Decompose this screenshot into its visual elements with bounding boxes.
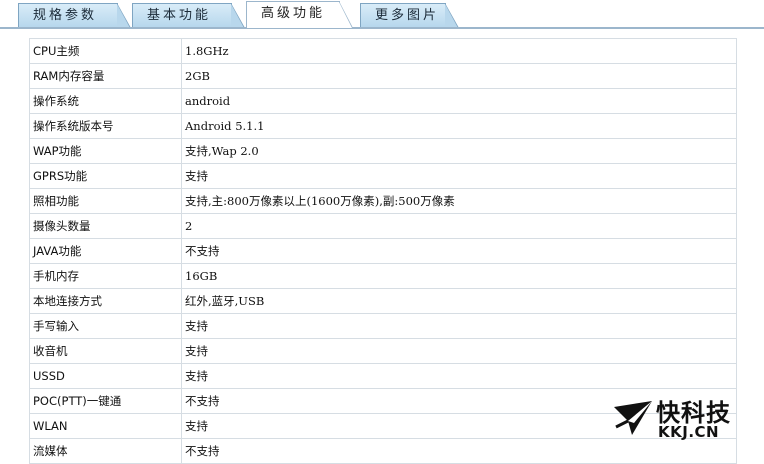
spec-key: 照相功能: [29, 188, 182, 214]
spec-key: 流媒体: [29, 438, 182, 464]
spec-value: 支持: [181, 363, 737, 389]
spec-value: android: [181, 88, 737, 114]
tab-more-images[interactable]: 更多图片: [360, 3, 459, 28]
watermark-logo: 快科技 KKJ.CN: [612, 393, 756, 445]
tab-bar-divider: [0, 27, 764, 29]
spec-value: 16GB: [181, 263, 737, 289]
spec-row: CPU主频 1.8GHz: [29, 38, 737, 64]
spec-key: WAP功能: [29, 138, 182, 164]
spec-key: 操作系统: [29, 88, 182, 114]
spec-key: CPU主频: [29, 38, 182, 64]
spec-value: Android 5.1.1: [181, 113, 737, 139]
spec-row: 摄像头数量 2: [29, 213, 737, 239]
spec-key: 摄像头数量: [29, 213, 182, 239]
spec-row: 操作系统版本号 Android 5.1.1: [29, 113, 737, 139]
spec-value: 2GB: [181, 63, 737, 89]
spec-key: WLAN: [29, 413, 182, 439]
spec-row: WAP功能 支持,Wap 2.0: [29, 138, 737, 164]
spec-key: POC(PTT)一键通: [29, 388, 182, 414]
spec-value: 支持,Wap 2.0: [181, 138, 737, 164]
spec-key: 手机内存: [29, 263, 182, 289]
spec-value: 支持: [181, 163, 737, 189]
spec-value: 2: [181, 213, 737, 239]
spec-key: JAVA功能: [29, 238, 182, 264]
tab-label: 更多图片: [375, 8, 440, 23]
spec-row: USSD 支持: [29, 363, 737, 389]
spec-key: 收音机: [29, 338, 182, 364]
spec-row: 本地连接方式 红外,蓝牙,USB: [29, 288, 737, 314]
spec-row: 手机内存 16GB: [29, 263, 737, 289]
spec-value: 支持: [181, 313, 737, 339]
spec-key: USSD: [29, 363, 182, 389]
tab-specs[interactable]: 规格参数: [18, 3, 131, 28]
tab-bar: 规格参数 基本功能 高级功能 更多图片: [0, 0, 764, 29]
spec-value: 1.8GHz: [181, 38, 737, 64]
spec-row: 手写输入 支持: [29, 313, 737, 339]
spec-key: RAM内存容量: [29, 63, 182, 89]
tab-label: 规格参数: [33, 8, 98, 23]
spec-key: 手写输入: [29, 313, 182, 339]
spec-row: 操作系统 android: [29, 88, 737, 114]
spec-value: 支持: [181, 338, 737, 364]
spec-row: 照相功能 支持,主:800万像素以上(1600万像素),副:500万像素: [29, 188, 737, 214]
spec-value: 支持,主:800万像素以上(1600万像素),副:500万像素: [181, 188, 737, 214]
spec-key: GPRS功能: [29, 163, 182, 189]
spec-row: JAVA功能 不支持: [29, 238, 737, 264]
spec-key: 操作系统版本号: [29, 113, 182, 139]
bird-logo-icon: [614, 401, 652, 435]
watermark-url: KKJ.CN: [658, 423, 720, 441]
spec-row: RAM内存容量 2GB: [29, 63, 737, 89]
tab-basic-features[interactable]: 基本功能: [132, 3, 245, 28]
spec-value: 不支持: [181, 238, 737, 264]
tab-advanced-features[interactable]: 高级功能: [246, 1, 353, 28]
spec-value: 红外,蓝牙,USB: [181, 288, 737, 314]
spec-row: GPRS功能 支持: [29, 163, 737, 189]
spec-key: 本地连接方式: [29, 288, 182, 314]
tab-label: 基本功能: [147, 8, 212, 23]
tab-label: 高级功能: [261, 6, 326, 21]
spec-row: 收音机 支持: [29, 338, 737, 364]
